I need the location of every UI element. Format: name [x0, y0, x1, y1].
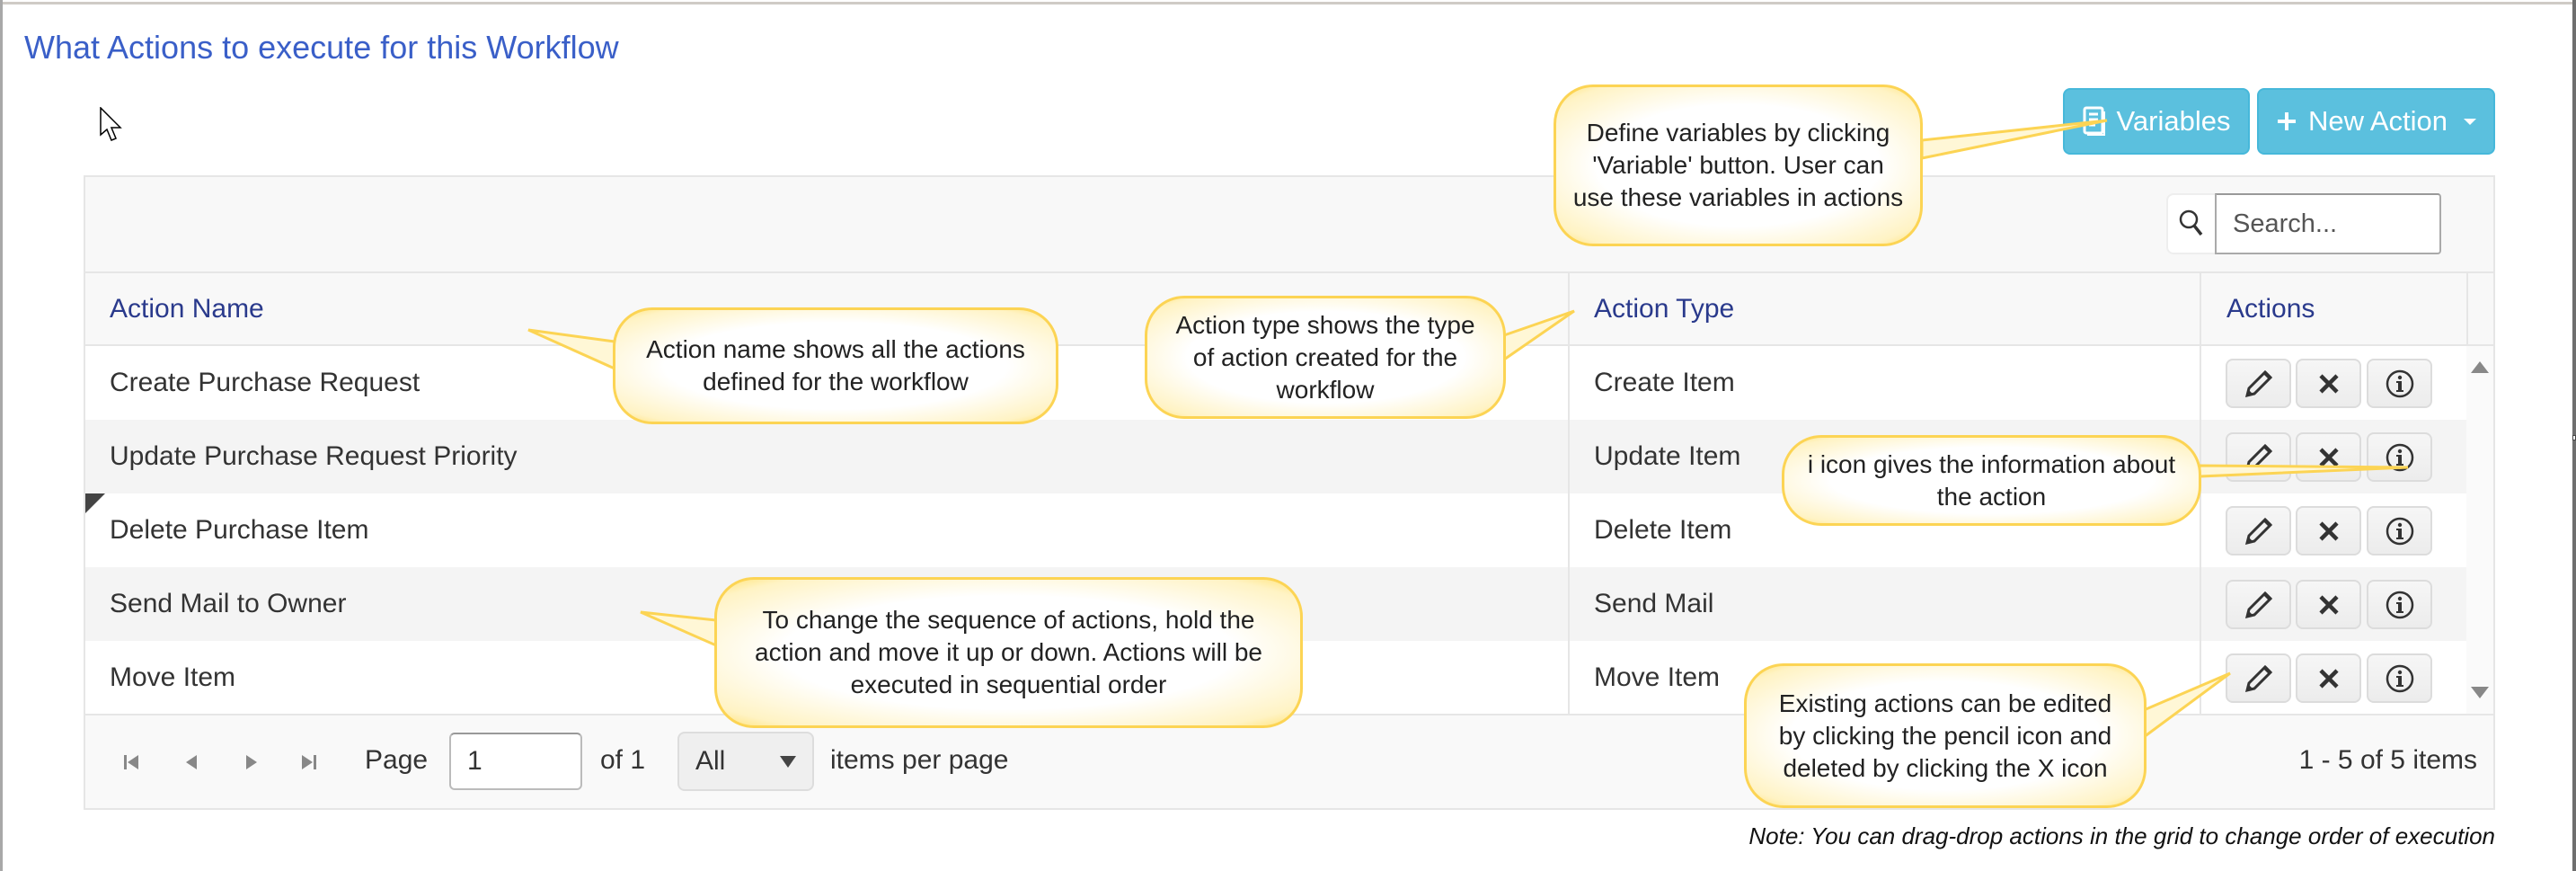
callout-action-name: Action name shows all the actions define…	[613, 307, 1058, 424]
callout-edit-delete: Existing actions can be edited by clicki…	[1744, 663, 2147, 808]
callout-tail-variables	[1920, 119, 2108, 160]
callout-tail-edit-delete	[2142, 671, 2231, 740]
callout-tail-info	[2198, 464, 2409, 478]
callout-tail-sequence	[640, 610, 718, 648]
callout-sequence: To change the sequence of actions, hold …	[714, 577, 1303, 728]
callout-info-icon: i icon gives the information about the a…	[1782, 435, 2201, 526]
callout-pointers	[527, 119, 2409, 740]
callout-variables: Define variables by clicking 'Variable' …	[1554, 84, 1923, 246]
callout-tail-action-name	[527, 328, 616, 371]
callout-action-type: Action type shows the type of action cre…	[1145, 296, 1506, 419]
callout-tail-action-type	[1502, 309, 1575, 362]
